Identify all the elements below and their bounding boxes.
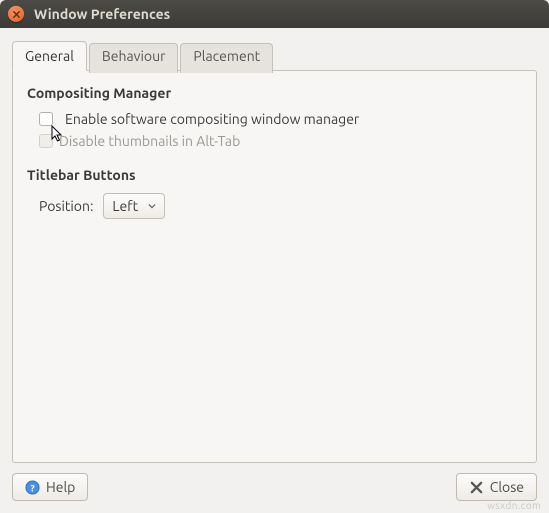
enable-compositing-row: Enable software compositing window manag… xyxy=(39,111,522,127)
tab-behaviour[interactable]: Behaviour xyxy=(89,43,179,73)
window-title: Window Preferences xyxy=(34,6,170,22)
position-dropdown[interactable]: Left xyxy=(103,193,165,219)
titlebar: Window Preferences xyxy=(0,0,549,28)
enable-compositing-label: Enable software compositing window manag… xyxy=(65,111,359,127)
help-icon: ? xyxy=(25,480,40,495)
watermark: wsxdn.com xyxy=(487,500,541,511)
disable-thumbs-label: Disable thumbnails in Alt-Tab xyxy=(59,133,240,149)
tab-bar: General Behaviour Placement xyxy=(12,41,537,71)
tab-panel-general: Compositing Manager Enable software comp… xyxy=(12,70,537,463)
close-button-label: Close xyxy=(490,479,524,495)
window-close-button[interactable] xyxy=(8,6,24,22)
window-body: General Behaviour Placement Compositing … xyxy=(0,28,549,513)
close-icon xyxy=(12,10,21,19)
close-x-icon xyxy=(469,480,484,495)
tab-placement[interactable]: Placement xyxy=(180,43,273,73)
position-row: Position: Left xyxy=(39,193,522,219)
compositing-heading: Compositing Manager xyxy=(27,85,522,101)
enable-compositing-checkbox[interactable] xyxy=(39,112,53,126)
disable-thumbs-row: Disable thumbnails in Alt-Tab xyxy=(39,133,522,149)
help-button[interactable]: ? Help xyxy=(12,473,88,501)
help-button-label: Help xyxy=(46,479,75,495)
svg-text:?: ? xyxy=(30,482,34,493)
position-label: Position: xyxy=(39,198,93,214)
chevron-down-icon xyxy=(148,202,156,210)
position-value: Left xyxy=(112,198,138,214)
titlebar-buttons-heading: Titlebar Buttons xyxy=(27,167,522,183)
close-button[interactable]: Close xyxy=(456,473,537,501)
tab-general[interactable]: General xyxy=(12,41,87,71)
button-bar: ? Help Close xyxy=(12,473,537,501)
